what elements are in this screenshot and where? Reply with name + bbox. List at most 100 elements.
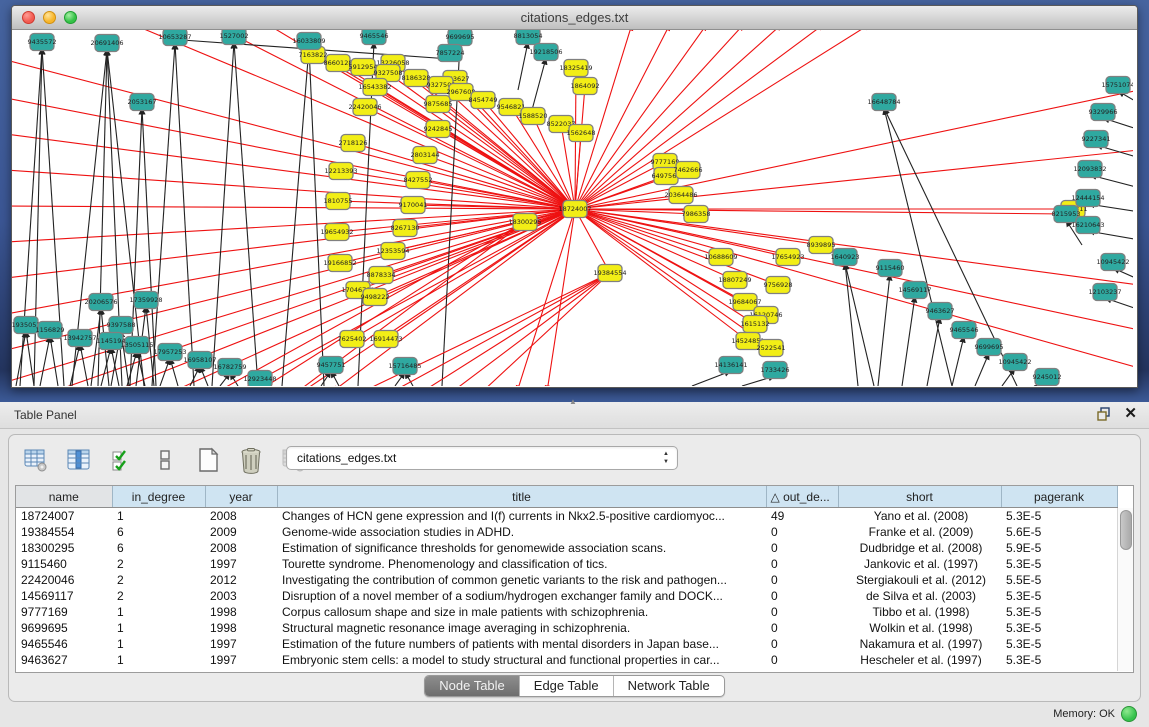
cell-out_degree[interactable]: 0 <box>766 572 838 588</box>
new-document-icon[interactable] <box>193 445 223 475</box>
cell-title[interactable]: Structural magnetic resonance image aver… <box>277 620 766 636</box>
cell-in_degree[interactable]: 1 <box>112 508 205 525</box>
graph-node[interactable]: 2522541 <box>757 340 786 357</box>
float-panel-icon[interactable] <box>1096 406 1112 422</box>
cell-name[interactable]: 14569117 <box>16 588 112 604</box>
cell-title[interactable]: Tourette syndrome. Phenomenology and cla… <box>277 556 766 572</box>
cell-out_degree[interactable]: 0 <box>766 556 838 572</box>
network-graph-canvas[interactable]: 2242004627181261221339392428452803144842… <box>12 30 1135 386</box>
graph-node[interactable]: 9699695 <box>975 339 1004 356</box>
cell-short[interactable]: Stergiakouli et al. (2012) <box>838 572 1001 588</box>
graph-node[interactable]: 12103237 <box>1088 284 1121 301</box>
graph-node[interactable]: 1156829 <box>36 322 65 339</box>
cell-short[interactable]: Tibbo et al. (1998) <box>838 604 1001 620</box>
graph-node[interactable]: 12093832 <box>1073 161 1106 178</box>
cell-title[interactable]: Changes of HCN gene expression and I(f) … <box>277 508 766 525</box>
table-row[interactable]: 977716911998Corpus callosum shape and si… <box>16 604 1117 620</box>
graph-node[interactable]: 1588520 <box>519 108 548 125</box>
graph-node[interactable]: 1810755 <box>324 193 353 210</box>
cell-short[interactable]: de Silva et al. (2003) <box>838 588 1001 604</box>
table-selector-dropdown[interactable]: citations_edges.txt ▲▼ <box>286 446 678 470</box>
cell-name[interactable]: 18300295 <box>16 540 112 556</box>
cell-short[interactable]: Yano et al. (2008) <box>838 508 1001 525</box>
node-table[interactable]: namein_degreeyeartitle△ out_de...shortpa… <box>15 485 1134 673</box>
graph-node[interactable]: 7986358 <box>682 206 711 223</box>
graph-node[interactable]: 14136141 <box>714 357 747 374</box>
graph-node[interactable]: 1733426 <box>761 362 790 379</box>
cell-in_degree[interactable]: 6 <box>112 524 205 540</box>
cell-pagerank[interactable]: 5.6E-5 <box>1001 524 1117 540</box>
cell-name[interactable]: 18724007 <box>16 508 112 525</box>
cell-out_degree[interactable]: 0 <box>766 652 838 668</box>
cell-in_degree[interactable]: 1 <box>112 652 205 668</box>
graph-nodes[interactable]: 2242004627181261221339392428452803144842… <box>12 30 1133 386</box>
cell-short[interactable]: Jankovic et al. (1997) <box>838 556 1001 572</box>
graph-node[interactable]: 20691406 <box>90 35 123 52</box>
graph-node[interactable]: 7625402 <box>338 331 367 348</box>
cell-short[interactable]: Hescheler et al. (1997) <box>838 652 1001 668</box>
cell-in_degree[interactable]: 1 <box>112 636 205 652</box>
graph-node[interactable]: 16914473 <box>369 331 402 348</box>
graph-node[interactable]: 16033809 <box>292 33 325 50</box>
cell-short[interactable]: Dudbridge et al. (2008) <box>838 540 1001 556</box>
cell-year[interactable]: 2003 <box>205 588 277 604</box>
graph-node[interactable]: 8267130 <box>391 220 420 237</box>
cell-in_degree[interactable]: 6 <box>112 540 205 556</box>
table-row[interactable]: 1456911722003Disruption of a novel membe… <box>16 588 1117 604</box>
graph-node[interactable]: 9498222 <box>361 289 390 306</box>
graph-node[interactable]: 8813054 <box>514 30 543 45</box>
tab-node-table[interactable]: Node Table <box>425 676 520 696</box>
graph-node[interactable]: 22420046 <box>348 99 381 116</box>
cell-short[interactable]: Nakamura et al. (1997) <box>838 636 1001 652</box>
cell-short[interactable]: Wolkin et al. (1998) <box>838 620 1001 636</box>
graph-node[interactable]: 1615132 <box>741 316 770 333</box>
graph-node[interactable]: 20206576 <box>84 294 117 311</box>
graph-node[interactable]: 1527002 <box>220 30 249 45</box>
cell-title[interactable]: Embryonic stem cells: a model to study s… <box>277 652 766 668</box>
graph-node[interactable]: 9465546 <box>360 30 389 45</box>
graph-node[interactable]: 9435572 <box>28 34 57 51</box>
graph-node[interactable]: 10945422 <box>1096 254 1129 271</box>
cell-title[interactable]: Estimation of significance thresholds fo… <box>277 540 766 556</box>
network-window[interactable]: citations_edges.txt 22420046271812612213… <box>11 5 1138 388</box>
select-rows-icon[interactable] <box>107 445 137 475</box>
graph-node[interactable]: 10653287 <box>158 30 191 46</box>
table-row[interactable]: 1938455462009Genome-wide association stu… <box>16 524 1117 540</box>
graph-node[interactable]: 9457751 <box>317 357 346 374</box>
graph-node[interactable]: 19384554 <box>593 265 626 282</box>
vertical-scrollbar[interactable] <box>1117 508 1133 671</box>
cell-short[interactable]: Franke et al. (2009) <box>838 524 1001 540</box>
column-header-name[interactable]: name <box>16 486 112 508</box>
graph-node[interactable]: 13942757 <box>63 330 96 347</box>
cell-name[interactable]: 9463627 <box>16 652 112 668</box>
graph-node[interactable]: 9245012 <box>1033 369 1062 386</box>
graph-node[interactable]: 1562648 <box>567 125 596 142</box>
cell-name[interactable]: 19384554 <box>16 524 112 540</box>
graph-node[interactable]: 19654932 <box>320 224 353 241</box>
cell-title[interactable]: Estimation of the future numbers of pati… <box>277 636 766 652</box>
table-row[interactable]: 1872400712008Changes of HCN gene express… <box>16 508 1117 525</box>
graph-node[interactable]: 9115460 <box>876 260 905 277</box>
graph-node[interactable]: 19218506 <box>529 44 562 61</box>
cell-pagerank[interactable]: 5.3E-5 <box>1001 652 1117 668</box>
graph-node[interactable]: 16782759 <box>213 359 246 376</box>
column-header-short[interactable]: short <box>838 486 1001 508</box>
cell-title[interactable]: Corpus callosum shape and size in male p… <box>277 604 766 620</box>
cell-in_degree[interactable]: 1 <box>112 620 205 636</box>
graph-node[interactable]: 9465546 <box>950 322 979 339</box>
graph-node-hub[interactable]: 18724007 <box>558 201 591 218</box>
scrollbar-thumb[interactable] <box>1120 510 1132 550</box>
cell-name[interactable]: 9777169 <box>16 604 112 620</box>
cell-out_degree[interactable]: 0 <box>766 524 838 540</box>
table-row[interactable]: 946554611997Estimation of the future num… <box>16 636 1117 652</box>
cell-out_degree[interactable]: 0 <box>766 636 838 652</box>
graph-node[interactable]: 2718126 <box>339 135 368 152</box>
graph-node[interactable]: 9329966 <box>1089 104 1118 121</box>
cell-pagerank[interactable]: 5.3E-5 <box>1001 508 1117 525</box>
graph-node[interactable]: 7462666 <box>674 162 703 179</box>
column-header-year[interactable]: year <box>205 486 277 508</box>
cell-pagerank[interactable]: 5.3E-5 <box>1001 556 1117 572</box>
cell-year[interactable]: 2009 <box>205 524 277 540</box>
cell-year[interactable]: 1998 <box>205 620 277 636</box>
graph-node[interactable]: 2053167 <box>128 94 157 111</box>
